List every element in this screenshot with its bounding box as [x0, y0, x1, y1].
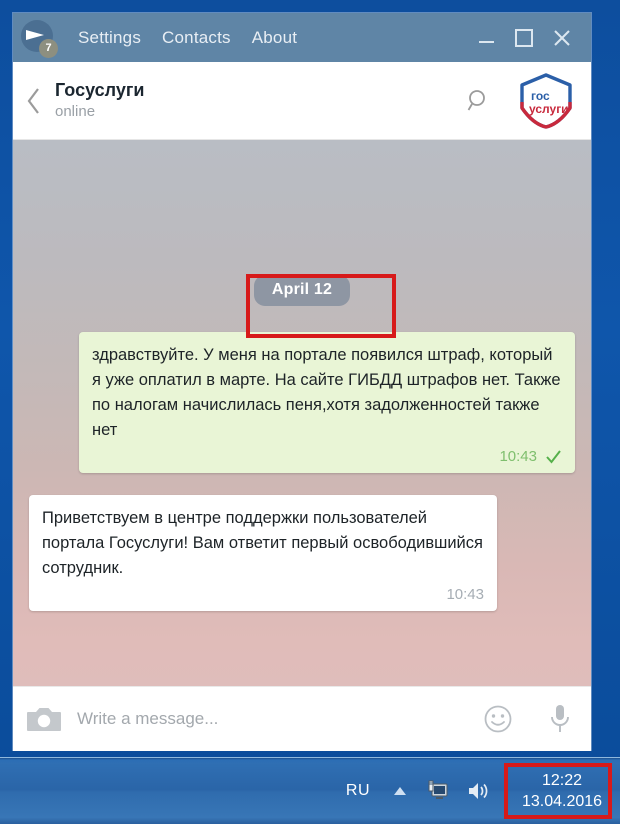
gos-logo-line2: услуги: [529, 102, 569, 116]
microphone-icon: [551, 705, 569, 732]
unread-badge: 7: [39, 38, 58, 58]
clock-time: 12:22: [541, 772, 583, 789]
search-button[interactable]: [451, 88, 507, 114]
camera-icon: [27, 707, 61, 731]
speaker-icon: [469, 783, 488, 799]
telegram-plane-icon: 7: [19, 19, 58, 58]
microphone-button[interactable]: [529, 703, 591, 735]
network-button[interactable]: [424, 779, 450, 803]
message-row-outgoing: здравствуйте. У меня на портале появился…: [13, 332, 591, 473]
single-check-icon: [545, 448, 562, 465]
system-tray: RU 12:22 13.04.2016: [346, 758, 620, 824]
minimize-button[interactable]: [467, 13, 505, 62]
telegram-window: 7 Settings Contacts About Госуслуги onli…: [13, 13, 591, 751]
taskbar-clock[interactable]: 12:22 13.04.2016: [504, 763, 616, 819]
message-bubble-incoming[interactable]: Приветствуем в центре поддержки пользова…: [29, 495, 497, 611]
maximize-icon: [515, 28, 533, 47]
search-icon: [467, 89, 485, 110]
desktop: 7 Settings Contacts About Госуслуги onli…: [0, 0, 620, 824]
emoji-button[interactable]: [467, 704, 529, 734]
message-text: здравствуйте. У меня на портале появился…: [92, 346, 566, 439]
message-meta: 10:43: [42, 583, 484, 605]
close-button[interactable]: [543, 13, 581, 62]
clock-date: 13.04.2016: [521, 793, 603, 810]
network-monitor-icon: [428, 780, 448, 799]
minimize-icon: [478, 41, 494, 43]
volume-button[interactable]: [466, 780, 492, 802]
taskbar: RU 12:22 13.04.2016: [0, 757, 620, 824]
close-icon: [554, 29, 570, 46]
message-composer: [13, 686, 591, 751]
message-bubble-outgoing[interactable]: здравствуйте. У меня на портале появился…: [79, 332, 575, 473]
message-time: 10:43: [446, 585, 484, 603]
maximize-button[interactable]: [505, 13, 543, 62]
smiley-icon: [484, 705, 512, 733]
avatar[interactable]: гос услуги: [507, 72, 591, 130]
back-chevron-icon[interactable]: [13, 86, 55, 116]
menu-item-about[interactable]: About: [252, 28, 297, 48]
gosuslugi-logo-icon: гос услуги: [520, 72, 572, 129]
message-meta: 10:43: [92, 445, 562, 467]
menu-item-settings[interactable]: Settings: [78, 28, 141, 48]
message-time: 10:43: [499, 447, 537, 465]
title-bar: 7 Settings Contacts About: [13, 13, 591, 62]
peer-info[interactable]: Госуслуги online: [55, 79, 451, 123]
chat-header: Госуслуги online гос услуги: [13, 62, 591, 140]
logo-plane-shape: [26, 29, 44, 40]
date-divider-badge: April 12: [253, 275, 351, 306]
peer-status: online: [55, 102, 96, 120]
message-input[interactable]: [75, 708, 467, 730]
peer-name: Госуслуги: [55, 79, 145, 100]
message-list[interactable]: April 12 здравствуйте. У меня на портале…: [13, 140, 591, 686]
language-indicator[interactable]: RU: [346, 782, 370, 800]
show-hidden-icons-button[interactable]: [392, 784, 408, 798]
gos-logo-line1: гос: [531, 89, 550, 103]
menu-item-contacts[interactable]: Contacts: [162, 28, 231, 48]
window-controls: [467, 13, 581, 62]
chevron-up-icon: [394, 787, 406, 795]
message-row-incoming: Приветствуем в центре поддержки пользова…: [13, 495, 591, 611]
date-divider-row: April 12: [13, 275, 591, 306]
camera-button[interactable]: [13, 706, 75, 733]
message-text: Приветствуем в центре поддержки пользова…: [42, 509, 488, 577]
